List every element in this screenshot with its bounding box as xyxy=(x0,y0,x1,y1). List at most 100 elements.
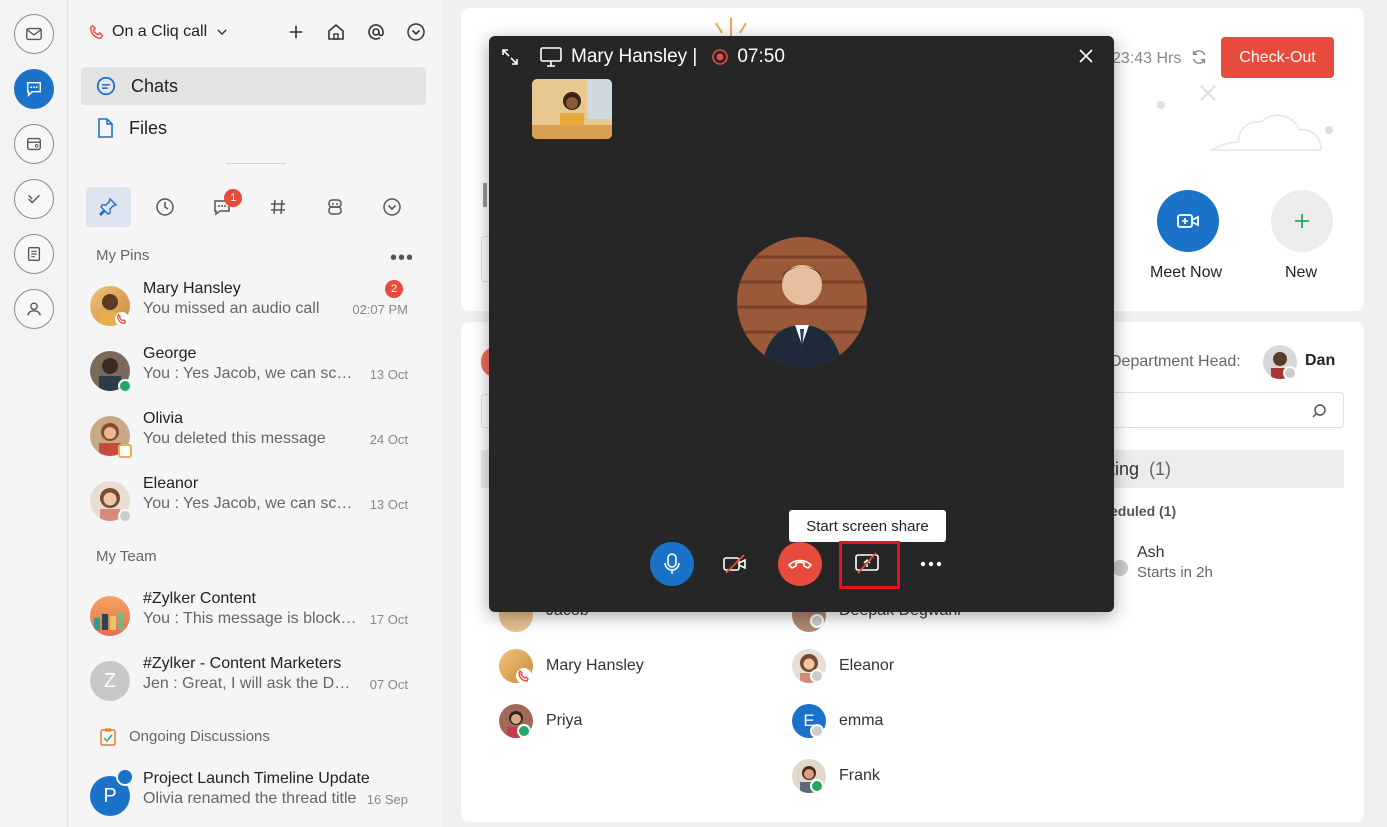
member-search-input[interactable] xyxy=(1110,392,1344,428)
plus-icon[interactable] xyxy=(284,20,308,44)
call-window: Mary Hansley | 07:50 Start screen share xyxy=(489,36,1114,612)
chat-item-zylker-content[interactable]: #Zylker Content You : This message is bl… xyxy=(88,590,428,646)
member-eleanor[interactable]: Eleanor xyxy=(839,657,894,675)
chat-preview: You deleted this message xyxy=(143,430,326,447)
sidebar-topbar: On a Cliq call xyxy=(88,18,428,46)
monitor-icon xyxy=(540,47,562,67)
member-frank[interactable]: Frank xyxy=(839,767,880,785)
chat-name: #Zylker - Content Marketers xyxy=(143,655,342,672)
chat-preview: You missed an audio call xyxy=(143,300,320,317)
missed-call-icon xyxy=(115,312,129,326)
more-horizontal-icon xyxy=(920,561,942,567)
nav-files-label: Files xyxy=(129,117,168,138)
meetings-tab[interactable]: ting (1) xyxy=(1110,450,1344,488)
call-timer: 07:50 xyxy=(737,46,785,67)
nav-chats-label: Chats xyxy=(131,75,179,96)
close-icon[interactable] xyxy=(1078,48,1094,64)
ongoing-discussions-label: Ongoing Discussions xyxy=(129,728,270,745)
nav-files[interactable]: Files xyxy=(81,109,426,147)
refresh-icon[interactable] xyxy=(1190,48,1208,66)
online-status-dot xyxy=(810,779,824,793)
offline-status-dot xyxy=(1283,366,1297,380)
hash-icon xyxy=(271,199,286,215)
meetings-count: (1) xyxy=(1149,458,1172,479)
sidebar: On a Cliq call Chats Files 1 My Pins •••… xyxy=(68,0,442,827)
offline-status-dot xyxy=(1112,560,1128,576)
department-head-label: Department Head: xyxy=(1110,353,1241,370)
chat-item-olivia[interactable]: Olivia You deleted this message 24 Oct xyxy=(88,410,428,466)
more-dropdown-icon[interactable] xyxy=(404,20,428,44)
home-icon[interactable] xyxy=(324,20,348,44)
call-status-dropdown[interactable]: On a Cliq call xyxy=(88,23,235,41)
check-out-button[interactable]: Check-Out xyxy=(1221,37,1334,78)
new-label: New xyxy=(1285,264,1318,281)
chat-item-mary[interactable]: Mary Hansley You missed an audio call 02… xyxy=(88,280,428,336)
chat-preview: You : Yes Jacob, we can schedule xyxy=(143,365,358,382)
cliq-chat-icon[interactable] xyxy=(14,69,54,109)
filter-bots[interactable] xyxy=(313,187,358,227)
member-emma[interactable]: emma xyxy=(839,712,883,730)
new-button[interactable] xyxy=(1271,190,1333,252)
chat-name: Project Launch Timeline Update xyxy=(143,770,370,787)
unread-badge: 1 xyxy=(224,189,243,207)
mentions-icon[interactable] xyxy=(364,20,388,44)
filter-channels[interactable] xyxy=(256,187,301,227)
chevron-circle-icon xyxy=(382,198,401,216)
meeting-host[interactable]: Ash xyxy=(1137,544,1165,562)
microphone-button[interactable] xyxy=(650,542,694,586)
search-icon xyxy=(1312,404,1326,418)
online-status-dot xyxy=(118,379,132,393)
avatar-initial: Z xyxy=(103,669,117,692)
filter-more[interactable] xyxy=(369,187,414,227)
mail-icon[interactable] xyxy=(14,14,54,54)
participant-avatar xyxy=(737,237,867,367)
call-status-label: On a Cliq call xyxy=(112,23,208,40)
chat-name: Mary Hansley xyxy=(143,280,241,297)
end-call-button[interactable] xyxy=(778,542,822,586)
chat-name: Olivia xyxy=(143,410,184,427)
hang-up-icon xyxy=(787,559,813,569)
tasks-icon[interactable] xyxy=(14,179,54,219)
filter-unread[interactable]: 1 xyxy=(199,187,244,227)
more-options-button[interactable] xyxy=(909,542,953,586)
chat-item-george[interactable]: George You : Yes Jacob, we can schedule … xyxy=(88,345,428,401)
chat-bubble-icon xyxy=(96,76,116,96)
clipboard-icon xyxy=(100,728,116,751)
department-head-name[interactable]: Dan xyxy=(1305,352,1335,370)
member-mary-hansley[interactable]: Mary Hansley xyxy=(546,657,644,675)
my-team-label: My Team xyxy=(96,548,157,565)
self-video-thumbnail[interactable] xyxy=(532,79,612,139)
chat-filter-row: 1 xyxy=(86,187,426,227)
hours-text: 23:43 Hrs xyxy=(1112,50,1182,67)
chat-preview: Olivia renamed the thread title xyxy=(143,790,357,807)
chat-preview: You : This message is blocked xyxy=(143,610,358,627)
camera-off-button[interactable] xyxy=(713,542,757,586)
clock-icon xyxy=(156,198,174,216)
offline-status-dot xyxy=(810,724,824,738)
chat-item-zylker-marketers[interactable]: Z #Zylker - Content Marketers Jen : Grea… xyxy=(88,655,428,711)
contacts-icon[interactable] xyxy=(14,289,54,329)
nav-chats[interactable]: Chats xyxy=(81,67,426,105)
chat-item-eleanor[interactable]: Eleanor You : Yes Jacob, we can schedule… xyxy=(88,475,428,531)
away-status-icon xyxy=(118,444,132,458)
notes-icon[interactable] xyxy=(14,234,54,274)
chat-name: #Zylker Content xyxy=(143,590,256,607)
meet-now-button[interactable] xyxy=(1157,190,1219,252)
scheduled-label: eduled (1) xyxy=(1110,503,1177,519)
filter-recent[interactable] xyxy=(143,187,188,227)
meetings-tab-label: ting xyxy=(1110,458,1140,479)
chat-time: 17 Oct xyxy=(369,612,408,627)
workdrive-icon[interactable] xyxy=(14,124,54,164)
chat-time: 13 Oct xyxy=(369,497,408,512)
meet-now-label: Meet Now xyxy=(1150,264,1223,281)
online-status-dot xyxy=(517,724,531,738)
my-pins-label: My Pins xyxy=(96,247,150,264)
thread-icon xyxy=(116,768,134,786)
expand-icon[interactable] xyxy=(501,48,519,66)
chat-preview: Jen : Great, I will ask the Design team xyxy=(143,675,358,692)
pins-more-icon[interactable]: ••• xyxy=(390,247,414,270)
chat-item-project-launch[interactable]: P Project Launch Timeline Update Olivia … xyxy=(88,768,428,826)
chat-preview: You : Yes Jacob, we can schedule xyxy=(143,495,358,512)
member-priya[interactable]: Priya xyxy=(546,712,582,730)
filter-pinned[interactable] xyxy=(86,187,131,227)
